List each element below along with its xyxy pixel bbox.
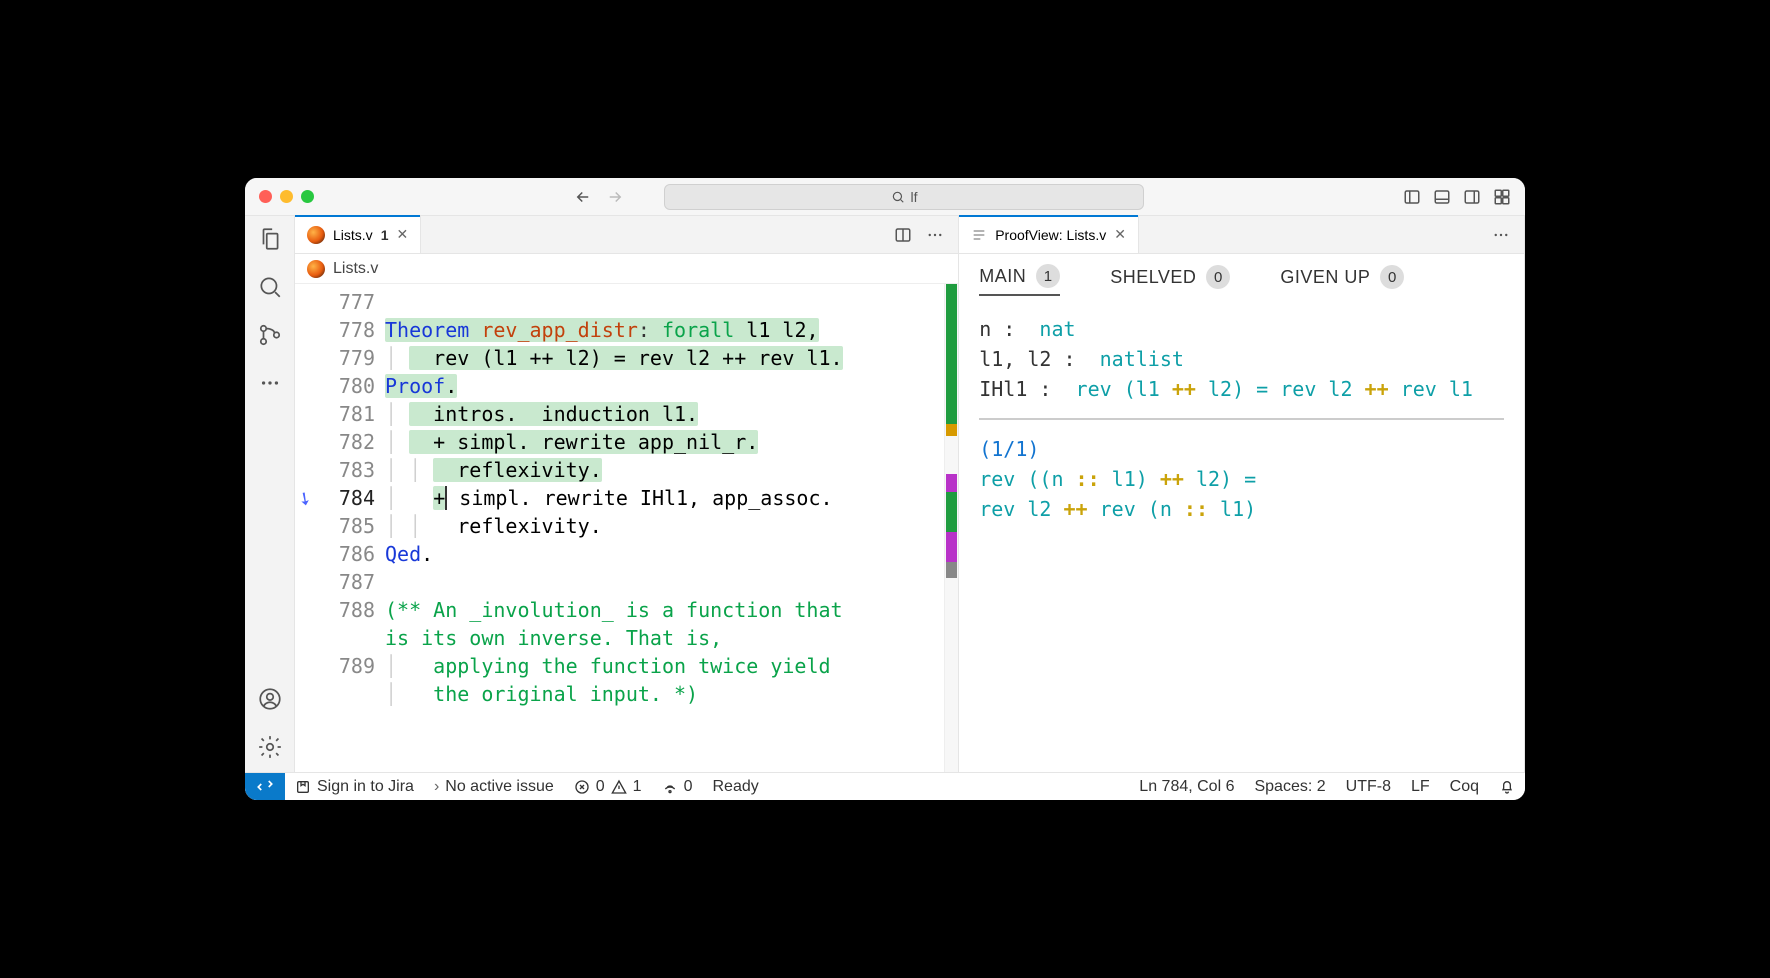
breadcrumb-label: Lists.v [333,260,378,278]
minimize-window-icon[interactable] [280,190,293,203]
code-area[interactable]: ➘ 77777877978078178278378478578678778878… [295,284,958,772]
status-text: 0 [596,778,605,796]
settings-gear-icon[interactable] [257,734,283,760]
titlebar: lf [245,178,1525,216]
status-text: Ln 784, Col 6 [1139,778,1234,796]
customize-layout-icon[interactable] [1493,188,1511,206]
tab-label: Lists.v [333,227,373,243]
ruler-mark [946,492,957,532]
proof-tab-givenup[interactable]: GIVEN UP 0 [1280,264,1404,296]
more-actions-icon[interactable] [1492,226,1510,244]
status-text: No active issue [445,778,554,796]
proof-tab-label: MAIN [979,266,1026,287]
close-window-icon[interactable] [259,190,272,203]
source-control-icon[interactable] [257,322,283,348]
tab-actions-right [1478,216,1524,253]
search-icon[interactable] [257,274,283,300]
ruler-mark [946,284,957,424]
nav-forward-button[interactable] [604,186,626,208]
status-encoding[interactable]: UTF-8 [1336,778,1401,796]
editor-area: Lists.v 1 ✕ Lists.v ➘ 777778779780781782 [295,216,1525,772]
status-text: LF [1411,778,1430,796]
tab-close-icon[interactable]: ✕ [396,226,408,243]
title-right-actions [1403,188,1511,206]
status-jira[interactable]: Sign in to Jira [285,778,424,796]
proof-tabs: MAIN 1 SHELVED 0 GIVEN UP 0 [959,254,1524,304]
app-window: lf Lists.v [245,178,1525,800]
status-ports[interactable]: 0 [652,778,703,796]
proof-tab-label: SHELVED [1110,267,1196,288]
more-actions-icon[interactable] [926,226,944,244]
code-content[interactable]: Theorem rev_app_distr: forall l1 l2,│ re… [385,284,944,772]
proof-tab-count: 0 [1380,265,1404,289]
zoom-window-icon[interactable] [301,190,314,203]
split-editor-icon[interactable] [894,226,912,244]
traffic-lights [259,190,314,203]
status-issue[interactable]: › No active issue [424,778,564,796]
status-text: 1 [633,778,642,796]
status-bell-icon[interactable] [1489,778,1525,796]
status-cursor[interactable]: Ln 784, Col 6 [1129,778,1244,796]
status-text: 0 [684,778,693,796]
status-text: Spaces: 2 [1254,778,1325,796]
tab-bar-left: Lists.v 1 ✕ [295,216,958,254]
status-eol[interactable]: LF [1401,778,1440,796]
ruler-mark [946,474,957,492]
status-ready[interactable]: Ready [702,778,768,796]
status-language[interactable]: Coq [1440,778,1489,796]
coq-file-icon [307,260,325,278]
panel-icon [971,227,987,243]
more-icon[interactable] [257,370,283,396]
status-text: Ready [712,778,758,796]
overview-ruler[interactable] [944,284,958,772]
proof-body: n : natl1, l2 : natlistIHl1 : rev (l1 ++… [959,304,1524,772]
ruler-mark [946,532,957,562]
explorer-icon[interactable] [257,226,283,252]
ruler-scroll-thumb[interactable] [946,562,957,578]
tab-actions-left [880,216,958,253]
status-text: UTF-8 [1346,778,1391,796]
tab-modified-badge: 1 [381,227,389,243]
toggle-secondary-sidebar-icon[interactable] [1463,188,1481,206]
tab-lists-v[interactable]: Lists.v 1 ✕ [295,216,421,253]
status-bar: Sign in to Jira › No active issue 0 1 0 … [245,772,1525,800]
accounts-icon[interactable] [257,686,283,712]
proof-tab-count: 0 [1206,265,1230,289]
tab-label: ProofView: Lists.v [995,227,1106,243]
status-text: Coq [1450,778,1479,796]
nav-arrows [572,186,626,208]
body: Lists.v 1 ✕ Lists.v ➘ 777778779780781782 [245,216,1525,772]
proof-tab-label: GIVEN UP [1280,267,1370,288]
editor-pane-left: Lists.v 1 ✕ Lists.v ➘ 777778779780781782 [295,216,959,772]
tab-proofview[interactable]: ProofView: Lists.v ✕ [959,216,1139,253]
breadcrumb[interactable]: Lists.v [295,254,958,284]
line-gutter: 777778779780781782783784785786787788789 [315,284,385,772]
activity-bar [245,216,295,772]
status-problems[interactable]: 0 1 [564,778,652,796]
toggle-panel-icon[interactable] [1433,188,1451,206]
command-center[interactable]: lf [664,184,1144,210]
ruler-mark [946,424,957,436]
nav-back-button[interactable] [572,186,594,208]
tab-close-icon[interactable]: ✕ [1114,226,1126,243]
proof-tab-count: 1 [1036,264,1060,288]
proof-tab-shelved[interactable]: SHELVED 0 [1110,264,1230,296]
remote-indicator[interactable] [245,773,285,800]
status-indent[interactable]: Spaces: 2 [1244,778,1335,796]
toggle-primary-sidebar-icon[interactable] [1403,188,1421,206]
status-text: Sign in to Jira [317,778,414,796]
tab-bar-right: ProofView: Lists.v ✕ [959,216,1524,254]
command-center-text: lf [911,189,918,205]
proof-tab-main[interactable]: MAIN 1 [979,264,1060,296]
editor-pane-right: ProofView: Lists.v ✕ MAIN 1 SHELVED 0 [959,216,1525,772]
coq-file-icon [307,226,325,244]
glyph-margin: ➘ [295,284,315,772]
